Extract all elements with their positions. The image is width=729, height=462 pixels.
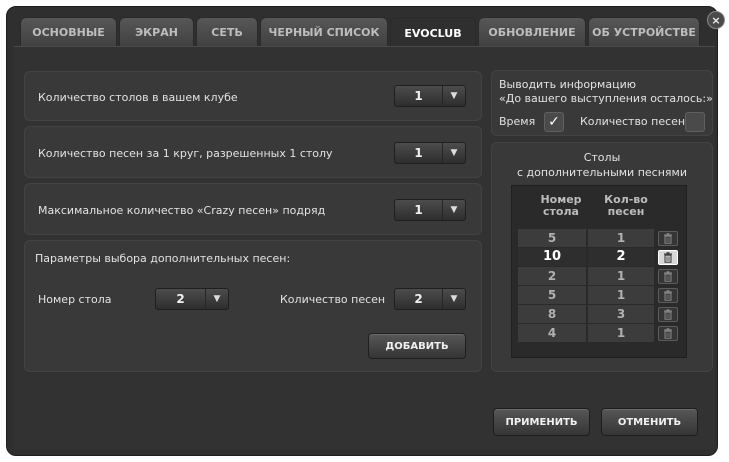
dropdown-value: 2 — [414, 292, 423, 306]
extra-songs-title: Параметры выбора дополнительных песен: — [35, 252, 291, 265]
apply-button[interactable]: ПРИМЕНИТЬ — [493, 408, 590, 436]
chevron-down-icon: ▼ — [442, 143, 465, 163]
tab-network[interactable]: СЕТЬ — [196, 17, 258, 47]
table-row[interactable]: 41 — [518, 324, 682, 343]
tab-screen[interactable]: ЭКРАН — [119, 17, 194, 47]
trash-icon[interactable] — [658, 307, 678, 322]
songs-count-cell: 1 — [588, 229, 654, 248]
table-row[interactable]: 10 2 — [518, 248, 682, 267]
songs-count-dropdown[interactable]: 2 ▼ — [394, 288, 466, 310]
songs-count-cell: 1 — [588, 286, 654, 305]
table-row[interactable]: 83 — [518, 305, 682, 324]
col-table-header: Номер стола — [526, 194, 596, 218]
table-number-cell: 8 — [518, 305, 586, 324]
songs-checkbox[interactable] — [685, 112, 705, 132]
tab-main[interactable]: ОСНОВНЫЕ — [20, 17, 117, 47]
songs-count-cell: 3 — [588, 305, 654, 324]
col-count-header: Кол-во песен — [591, 194, 661, 218]
trash-icon[interactable] — [658, 269, 678, 284]
tab-evoclub[interactable]: EVOCLUB — [390, 17, 476, 48]
songs-count-cell: 1 — [588, 267, 654, 286]
trash-icon[interactable] — [658, 288, 678, 303]
max-crazy-label: Максимальное количество «Crazy песен» по… — [38, 204, 326, 217]
tables-subtitle: с дополнительными песнями — [517, 166, 687, 179]
chevron-down-icon: ▼ — [442, 86, 465, 106]
table-row[interactable]: 21 — [518, 267, 682, 286]
tab-bar: ОСНОВНЫЕ ЭКРАН СЕТЬ ЧЕРНЫЙ СПИСОК EVOCLU… — [20, 17, 702, 48]
table-number-cell: 5 — [518, 286, 586, 305]
songs-per-round-dropdown[interactable]: 1 ▼ — [394, 142, 466, 164]
trash-icon[interactable] — [658, 231, 678, 246]
table-number-cell: 2 — [518, 267, 586, 286]
time-checkbox[interactable]: ✓ — [544, 112, 564, 132]
songs-count-cell: 1 — [588, 324, 654, 343]
setting-tables-count: Количество столов в вашем клубе 1 ▼ — [24, 71, 482, 121]
add-button[interactable]: ДОБАВИТЬ — [368, 333, 466, 359]
table-number-dropdown[interactable]: 2 ▼ — [155, 288, 229, 310]
tables-count-label: Количество столов в вашем клубе — [38, 91, 238, 104]
chevron-down-icon: ▼ — [442, 289, 465, 309]
tables-count-dropdown[interactable]: 1 ▼ — [394, 85, 466, 107]
songs-count-label: Количество песен — [280, 293, 386, 306]
close-icon[interactable]: × — [707, 11, 725, 29]
extra-songs-panel: Параметры выбора дополнительных песен: Н… — [24, 240, 482, 372]
table-number-cell: 10 — [518, 248, 586, 267]
table-number-cell: 5 — [518, 229, 586, 248]
tables-title: Столы — [583, 151, 621, 164]
table-number-label: Номер стола — [38, 293, 112, 306]
info-panel: Выводить информацию «До вашего выступлен… — [491, 70, 713, 136]
time-label: Время — [499, 115, 536, 128]
dropdown-value: 1 — [414, 203, 423, 217]
info-line2: «До вашего выступления осталось:» — [499, 92, 713, 105]
tab-update[interactable]: ОБНОВЛЕНИЕ — [478, 17, 586, 47]
cancel-button[interactable]: ОТМЕНИТЬ — [601, 408, 698, 436]
extra-songs-table: Номер стола Кол-во песен 5 1 10 2 2 1 5 1 8 3 4 1 — [511, 185, 687, 358]
songs-checkbox-label: Количество песен — [580, 115, 686, 128]
col-table-header-line2: стола — [543, 205, 579, 218]
chevron-down-icon: ▼ — [205, 289, 228, 309]
col-count-header-line2: песен — [607, 205, 645, 218]
trash-icon[interactable] — [658, 250, 678, 265]
setting-max-crazy: Максимальное количество «Crazy песен» по… — [24, 183, 482, 235]
table-row[interactable]: 51 — [518, 229, 682, 248]
tab-blacklist[interactable]: ЧЕРНЫЙ СПИСОК — [260, 17, 388, 47]
dropdown-value: 1 — [414, 89, 423, 103]
songs-count-cell: 2 — [588, 248, 654, 267]
chevron-down-icon: ▼ — [442, 200, 465, 220]
tab-about-device[interactable]: ОБ УСТРОЙСТВЕ — [588, 17, 700, 47]
dropdown-value: 2 — [176, 292, 185, 306]
trash-icon[interactable] — [658, 326, 678, 341]
dropdown-value: 1 — [414, 146, 423, 160]
table-row[interactable]: 51 — [518, 286, 682, 305]
songs-per-round-label: Количество песен за 1 круг, разрешенных … — [38, 147, 333, 160]
max-crazy-dropdown[interactable]: 1 ▼ — [394, 199, 466, 221]
info-line1: Выводить информацию — [499, 78, 636, 91]
setting-songs-per-round: Количество песен за 1 круг, разрешенных … — [24, 126, 482, 178]
table-number-cell: 4 — [518, 324, 586, 343]
